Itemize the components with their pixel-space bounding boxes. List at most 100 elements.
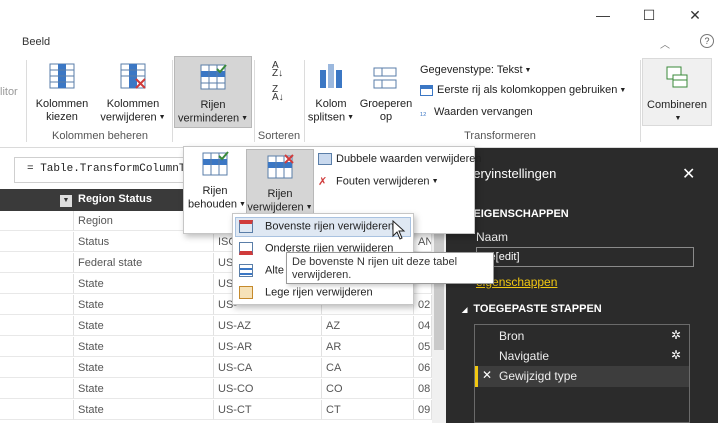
name-label: Naam <box>476 230 509 244</box>
table-cell[interactable]: US-CA <box>214 358 322 378</box>
table-cell[interactable]: 04 <box>414 316 432 336</box>
minimize-button[interactable]: — <box>580 0 626 32</box>
combine-button[interactable]: Combineren ▼ <box>642 58 712 126</box>
collapse-ribbon-icon[interactable]: ︿ <box>660 36 670 51</box>
replace-values-button[interactable]: ₁₂ Waarden vervangen <box>420 106 533 118</box>
split-column-icon <box>320 64 342 88</box>
table-cell[interactable]: State <box>74 400 214 420</box>
remove-errors-label: Fouten verwijderen <box>336 175 430 188</box>
row-number-cell <box>0 316 74 336</box>
table-cell[interactable]: State <box>74 358 214 378</box>
table-cell[interactable]: AZ <box>322 316 414 336</box>
dropdown-caret-icon: ▼ <box>238 201 246 208</box>
keep-rows-button[interactable]: Rijen behouden ▼ <box>188 151 246 211</box>
query-name-input[interactable]: ble[edit] <box>476 247 694 267</box>
row-number-cell <box>0 253 74 273</box>
remove-blank-rows-label: Lege rijen verwijderen <box>265 286 373 299</box>
group-by-button[interactable]: Groeperen op <box>358 62 414 124</box>
remove-alternate-rows-item[interactable]: Alte <box>239 264 284 277</box>
replace-values-icon: ₁₂ <box>420 107 427 118</box>
cut-off-label: litor <box>0 86 18 98</box>
split-column-label-2: splitsen <box>307 111 346 124</box>
table-cell[interactable]: State <box>74 295 214 315</box>
dropdown-caret-icon: ▼ <box>619 86 627 94</box>
step-changed-type: Gewijzigd type <box>499 369 578 383</box>
dropdown-caret-icon: ▼ <box>674 115 682 122</box>
table-cell[interactable]: US-CT <box>214 400 322 420</box>
applied-steps-section[interactable]: ◢ TOEGEPASTE STAPPEN <box>462 303 602 315</box>
close-window-button[interactable]: ✕ <box>672 0 718 32</box>
row-number-cell <box>0 232 74 252</box>
table-headers-icon <box>420 84 433 96</box>
dropdown-caret-icon: ▼ <box>347 114 355 121</box>
remove-top-rows-item[interactable]: Bovenste rijen verwijderen <box>239 220 394 233</box>
sort-descending-icon[interactable]: Z A↓ <box>272 85 292 104</box>
table-cell[interactable]: US-AZ <box>214 316 322 336</box>
replace-values-label: Waarden vervangen <box>434 106 533 118</box>
step-navigation[interactable]: Navigatie <box>499 349 549 363</box>
reduce-rows-button[interactable]: Rijen verminderen ▼ <box>174 56 252 128</box>
table-cell[interactable]: AN <box>414 232 432 252</box>
step-changed-type-row[interactable]: ✕ Gewijzigd type <box>475 366 689 387</box>
table-cell[interactable]: 06 <box>414 358 432 378</box>
tab-view[interactable]: Beeld <box>22 36 50 48</box>
gear-icon[interactable]: ✲ <box>671 328 681 342</box>
table-cell[interactable]: CA <box>322 358 414 378</box>
properties-heading: EIGENSCHAPPEN <box>473 208 569 220</box>
table-cell[interactable]: State <box>74 337 214 357</box>
table-cell[interactable]: US-CO <box>214 379 322 399</box>
delete-step-icon[interactable]: ✕ <box>482 368 492 382</box>
remove-rows-button[interactable]: Rijen verwijderen ▼ <box>246 149 314 215</box>
group-by-icon <box>373 67 397 89</box>
table-cell[interactable]: State <box>74 379 214 399</box>
split-column-label-1: Kolom <box>315 98 347 110</box>
first-row-headers-button[interactable]: Eerste rij als kolomkoppen gebruiken ▼ <box>420 84 626 96</box>
maximize-button[interactable]: ☐ <box>626 0 672 32</box>
table-cell[interactable]: State <box>74 274 214 294</box>
data-type-dropdown[interactable]: Gegevenstype: Tekst ▼ <box>420 64 531 76</box>
table-cell[interactable]: 05 <box>414 337 432 357</box>
table-cell[interactable]: Status <box>74 232 214 252</box>
dropdown-caret-icon: ▼ <box>305 204 313 211</box>
remove-columns-label-1: Kolommen <box>106 98 160 110</box>
table-cell[interactable]: CT <box>322 400 414 420</box>
properties-section[interactable]: ◢EIGENSCHAPPEN <box>462 208 569 220</box>
ribbon-divider <box>640 60 641 142</box>
remove-duplicates-item[interactable]: Dubbele waarden verwijderen <box>318 153 482 166</box>
table-cell[interactable]: Federal state <box>74 253 214 273</box>
sort-ascending-icon[interactable]: A Z↓ <box>272 61 292 80</box>
remove-columns-label-2: verwijderen <box>100 111 157 124</box>
table-cell[interactable]: AR <box>322 337 414 357</box>
row-number-cell <box>0 274 74 294</box>
keep-rows-label-1: Rijen <box>202 185 228 197</box>
table-cell[interactable]: US-AR <box>214 337 322 357</box>
close-panel-icon[interactable]: ✕ <box>682 164 695 184</box>
group-label-transform: Transformeren <box>464 130 536 142</box>
column-menu-icon[interactable]: ▼ <box>56 189 72 211</box>
table-cell[interactable]: 09 <box>414 400 432 420</box>
dropdown-caret-icon: ▼ <box>524 66 532 74</box>
group-label-sort: Sorteren <box>257 130 301 142</box>
table-cell[interactable]: 02 <box>414 295 432 315</box>
applied-steps-heading: TOEGEPASTE STAPPEN <box>473 303 602 315</box>
table-cell[interactable]: CO <box>322 379 414 399</box>
remove-blank-rows-item[interactable]: Lege rijen verwijderen <box>239 286 373 299</box>
remove-errors-item[interactable]: ✗ Fouten verwijderen ▼ <box>318 175 439 188</box>
remove-duplicates-icon <box>318 153 332 166</box>
row-number-cell <box>0 400 74 420</box>
remove-rows-label-2: verwijderen <box>247 201 304 214</box>
step-source[interactable]: Bron <box>499 329 524 343</box>
split-column-button[interactable]: Kolom splitsen ▼ <box>306 62 356 124</box>
remove-errors-icon: ✗ <box>318 176 328 188</box>
remove-columns-button[interactable]: Kolommen verwijderen ▼ <box>98 62 168 124</box>
table-cell[interactable]: 08 <box>414 379 432 399</box>
reduce-rows-label-2: verminderen <box>177 112 240 125</box>
gear-icon[interactable]: ✲ <box>671 348 681 362</box>
remove-duplicates-label: Dubbele waarden verwijderen <box>336 153 482 165</box>
choose-columns-button[interactable]: Kolommen kiezen <box>32 62 92 124</box>
remove-rows-icon <box>267 154 294 179</box>
remove-top-rows-icon <box>239 220 253 233</box>
help-icon[interactable]: ? <box>700 34 714 48</box>
group-by-label-2: op <box>379 111 393 123</box>
table-cell[interactable]: State <box>74 316 214 336</box>
